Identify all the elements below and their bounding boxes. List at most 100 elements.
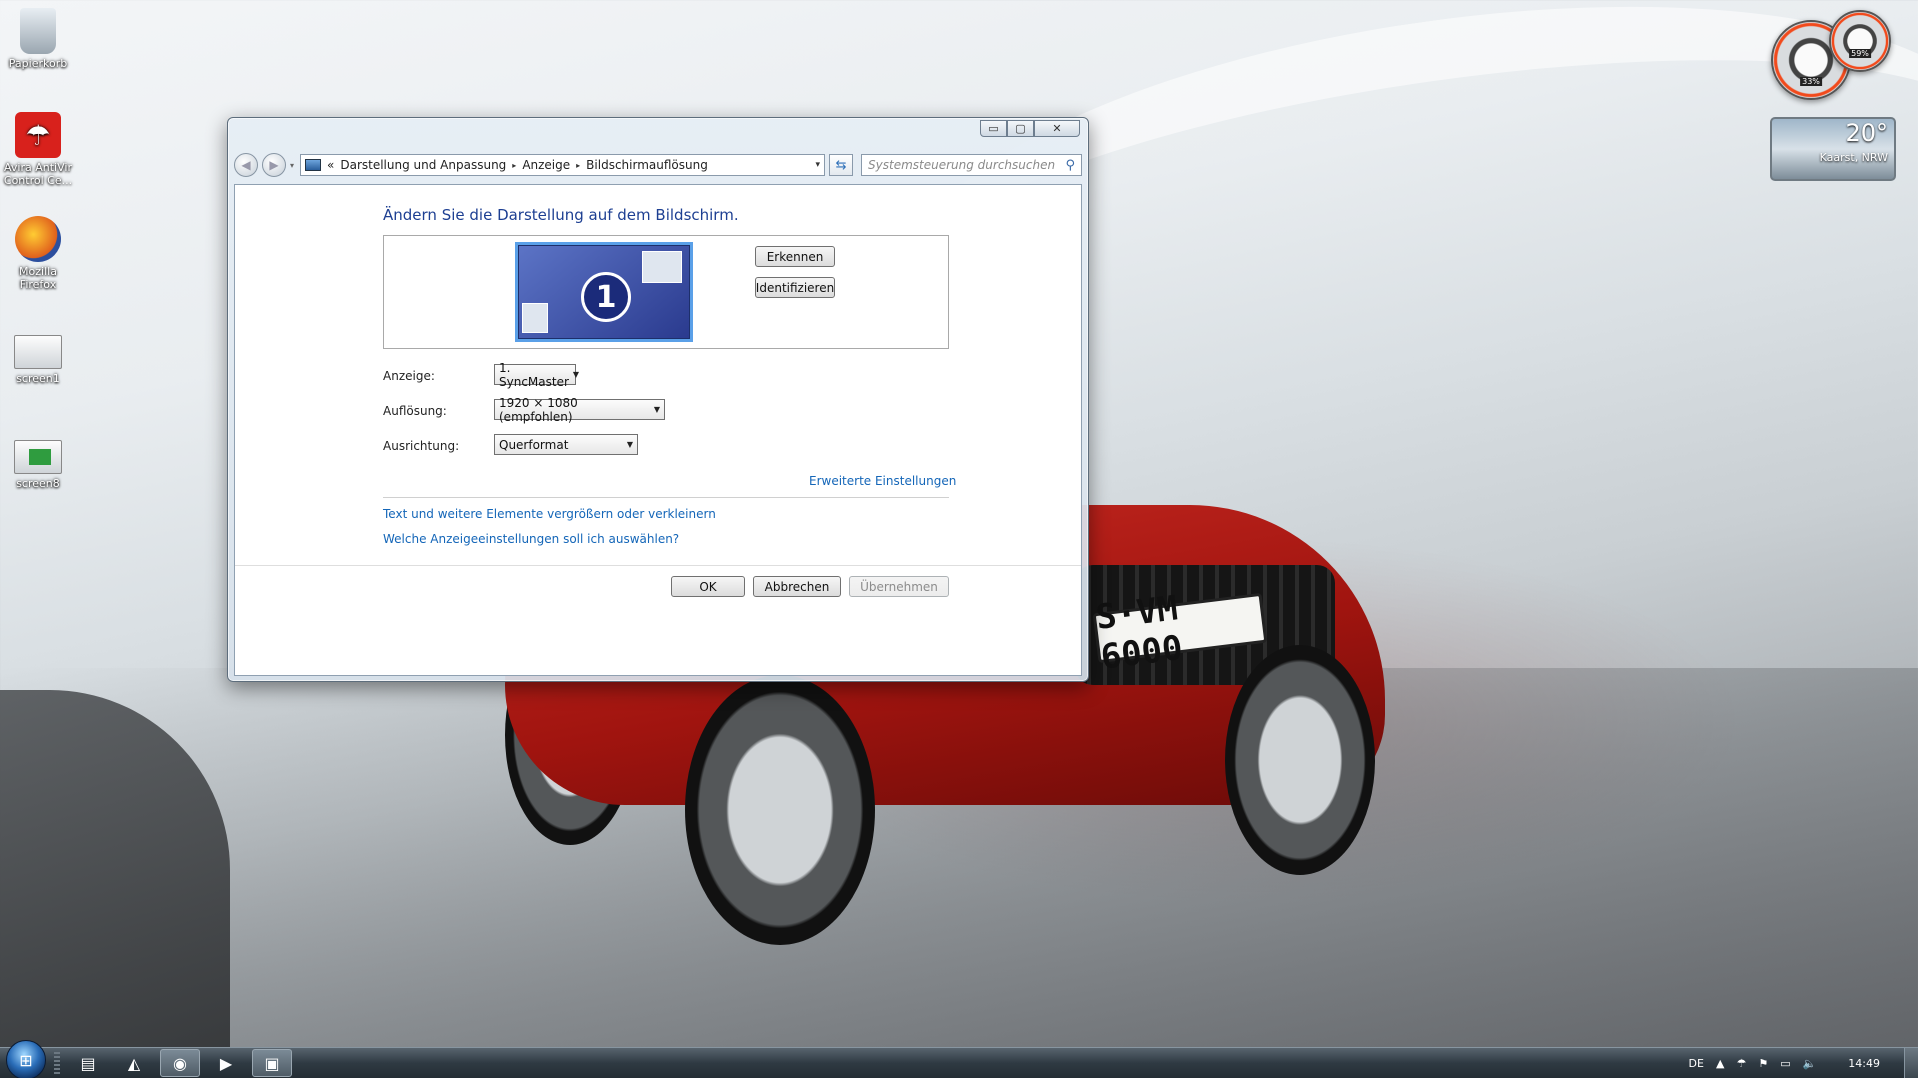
- control-panel-icon: [305, 159, 322, 171]
- search-box[interactable]: Systemsteuerung durchsuchen ⚲: [861, 154, 1082, 176]
- display-settings-window: ▭ ▢ ✕ ◀ ▶ ▾ « Darstellung und Anpassung …: [227, 117, 1089, 682]
- desktop-icon-screen8[interactable]: screen8: [2, 440, 74, 490]
- breadcrumb-resolution[interactable]: Bildschirmauflösung: [586, 158, 708, 172]
- breadcrumb-overflow[interactable]: «: [327, 158, 334, 172]
- taskbar-grip[interactable]: [54, 1052, 60, 1074]
- window-thumbnail-icon: [522, 303, 548, 333]
- chevron-down-icon: ▼: [626, 440, 633, 449]
- forward-arrow-icon: ▶: [269, 158, 279, 172]
- network-icon[interactable]: ▭: [1780, 1057, 1790, 1070]
- taskbar: ⊞ ▤ ◭ ◉ ▶ ▣ DE ▲ ☂ ⚑ ▭ 🔈 14:49: [0, 1040, 1918, 1078]
- taskbar-control-panel-button[interactable]: ◭: [114, 1049, 154, 1077]
- control-panel-icon: ◭: [127, 1053, 141, 1073]
- memory-percent: 59%: [1849, 49, 1871, 58]
- search-placeholder: Systemsteuerung durchsuchen: [868, 158, 1056, 172]
- display-settings-help-link[interactable]: Welche Anzeigeeinstellungen soll ich aus…: [383, 532, 679, 546]
- windows-logo-icon: ⊞: [19, 1050, 33, 1070]
- desktop-icon-screen1[interactable]: screen1: [2, 335, 74, 385]
- weather-temperature: 20°: [1845, 119, 1888, 147]
- back-button[interactable]: ◀: [234, 153, 258, 177]
- address-bar[interactable]: « Darstellung und Anpassung ▸ Anzeige ▸ …: [300, 154, 826, 176]
- identify-button[interactable]: Identifizieren: [755, 277, 835, 298]
- close-icon: ✕: [1052, 122, 1062, 135]
- desktop-icon-avira[interactable]: ☂ Avira AntiVir Control Ce...: [2, 112, 74, 187]
- breadcrumb-appearance[interactable]: Darstellung und Anpassung: [340, 158, 506, 172]
- monitor-1-preview[interactable]: 1: [515, 242, 693, 342]
- folder-icon: ▤: [80, 1053, 96, 1073]
- refresh-button[interactable]: ⇆: [829, 154, 854, 176]
- monitor-number: 1: [581, 272, 631, 322]
- detect-button[interactable]: Erkennen: [755, 246, 835, 267]
- caption-buttons: ▭ ▢ ✕: [980, 120, 1080, 137]
- language-indicator[interactable]: DE: [1689, 1057, 1704, 1070]
- show-desktop-button[interactable]: [1904, 1047, 1918, 1078]
- desktop-icon-recycle-bin[interactable]: Papierkorb: [2, 8, 74, 70]
- address-dropdown-icon[interactable]: ▾: [815, 160, 820, 170]
- start-button[interactable]: ⊞: [6, 1040, 46, 1078]
- ok-button[interactable]: OK: [671, 576, 745, 597]
- desktop-icon-firefox[interactable]: Mozilla Firefox: [2, 216, 74, 291]
- display-select-value: 1. SyncMaster: [499, 360, 569, 389]
- breadcrumb-separator-icon[interactable]: ▸: [512, 161, 516, 170]
- divider: [383, 497, 949, 498]
- breadcrumb-separator-icon[interactable]: ▸: [576, 161, 580, 170]
- cancel-button[interactable]: Abbrechen: [753, 576, 841, 597]
- orientation-select[interactable]: Querformat ▼: [494, 434, 638, 455]
- weather-gadget[interactable]: 20° Kaarst, NRW: [1770, 117, 1896, 181]
- desktop-icon-label: Mozilla Firefox: [19, 265, 57, 291]
- minimize-icon: ▭: [988, 122, 999, 135]
- car-wheel: [685, 675, 875, 945]
- divider: [235, 565, 1081, 566]
- desktop-icon-label: screen8: [16, 477, 60, 490]
- taskbar-firefox-button[interactable]: ◉: [160, 1049, 200, 1077]
- advanced-settings-link[interactable]: Erweiterte Einstellungen: [809, 474, 956, 488]
- taskbar-explorer-button[interactable]: ▤: [68, 1049, 108, 1077]
- volume-icon[interactable]: 🔈: [1803, 1057, 1817, 1070]
- window-thumbnail-icon: [642, 251, 682, 283]
- display-label: Anzeige:: [383, 369, 435, 383]
- maximize-icon: ▢: [1015, 122, 1026, 135]
- desktop-icon-label: Avira AntiVir Control Ce...: [3, 161, 73, 187]
- firefox-icon: ◉: [173, 1053, 187, 1073]
- refresh-icon: ⇆: [835, 157, 847, 173]
- car-wheel: [1225, 645, 1375, 875]
- minimize-button[interactable]: ▭: [980, 120, 1007, 137]
- taskbar-display-settings-button[interactable]: ▣: [252, 1049, 292, 1077]
- media-player-icon: ▶: [219, 1053, 233, 1073]
- image-file-icon: [14, 440, 62, 474]
- content-pane: Ändern Sie die Darstellung auf dem Bilds…: [234, 184, 1082, 676]
- desktop-icon-label: Papierkorb: [8, 57, 68, 70]
- avira-tray-icon[interactable]: ☂: [1736, 1057, 1746, 1070]
- navigation-bar: ◀ ▶ ▾ « Darstellung und Anpassung ▸ Anze…: [234, 152, 1082, 178]
- resolution-label: Auflösung:: [383, 404, 447, 418]
- recycle-bin-icon: [20, 8, 56, 54]
- close-button[interactable]: ✕: [1034, 120, 1080, 137]
- avira-icon: ☂: [15, 112, 61, 158]
- page-title: Ändern Sie die Darstellung auf dem Bilds…: [383, 206, 739, 224]
- show-hidden-icons-icon[interactable]: ▲: [1716, 1057, 1724, 1070]
- chevron-down-icon: ▼: [572, 370, 580, 379]
- action-center-icon[interactable]: ⚑: [1758, 1057, 1768, 1070]
- monitor-arrangement-box: 1 Erkennen Identifizieren: [383, 235, 949, 349]
- search-icon[interactable]: ⚲: [1065, 158, 1075, 173]
- memory-gauge-gadget[interactable]: 59%: [1829, 10, 1891, 72]
- text-size-link[interactable]: Text und weitere Elemente vergrößern ode…: [383, 507, 716, 521]
- taskbar-media-player-button[interactable]: ▶: [206, 1049, 246, 1077]
- forward-button[interactable]: ▶: [262, 153, 286, 177]
- apply-button[interactable]: Übernehmen: [849, 576, 949, 597]
- back-arrow-icon: ◀: [241, 158, 251, 172]
- resolution-select[interactable]: 1920 × 1080 (empfohlen) ▼: [494, 396, 665, 424]
- system-tray: DE ▲ ☂ ⚑ ▭ 🔈 14:49: [1689, 1047, 1918, 1078]
- chevron-down-icon: ▼: [653, 405, 660, 414]
- breadcrumb-display[interactable]: Anzeige: [522, 158, 570, 172]
- display-select[interactable]: 1. SyncMaster ▼: [494, 361, 580, 389]
- cpu-percent: 33%: [1800, 77, 1822, 86]
- image-file-icon: [14, 335, 62, 369]
- clock[interactable]: 14:49: [1848, 1057, 1880, 1070]
- recent-pages-dropdown[interactable]: ▾: [290, 161, 294, 170]
- desktop-icon-label: screen1: [16, 372, 60, 385]
- orientation-select-value: Querformat: [499, 437, 569, 452]
- orientation-label: Ausrichtung:: [383, 439, 460, 453]
- maximize-button[interactable]: ▢: [1007, 120, 1034, 137]
- resolution-select-value: 1920 × 1080 (empfohlen): [499, 395, 578, 424]
